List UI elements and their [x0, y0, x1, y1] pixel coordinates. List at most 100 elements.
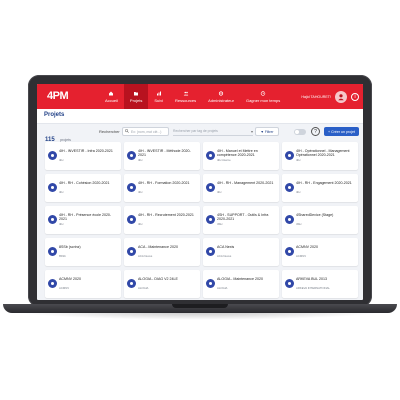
project-client: 4IH [138, 158, 143, 162]
project-title: 4IH - Manuel et Mettre en compétence 202… [217, 149, 258, 158]
chevron-down-icon: ▾ [250, 129, 253, 134]
project-client: 4IH [296, 158, 301, 162]
project-title: 8SSb (scrinz) [59, 245, 81, 249]
project-title: 4IH - RH - Engagement 2020-2021 [296, 181, 352, 185]
project-card[interactable]: 4IH - RH - Cohésion 2020-2021 4IH [45, 174, 121, 202]
project-title: ACMNV 2020 [296, 245, 318, 249]
search-icon [125, 129, 129, 133]
nav-items: Accueil Projets Suivi Ressources Administrat… [99, 84, 286, 109]
avatar[interactable] [335, 90, 347, 103]
project-icon [206, 183, 215, 192]
project-title: 4IH - INVESTIR - Infra 2020-2021 [59, 149, 113, 153]
project-icon [127, 279, 136, 288]
project-card[interactable]: 4IH - RH - Présence école 2020-2021 4IH [45, 206, 121, 234]
laptop-notch [172, 304, 228, 308]
tag-search-placeholder: Rechercher par tag de projets [173, 129, 218, 133]
project-title: 4SH - SUPPORT - Outils & Infra 2020-2021 [217, 213, 269, 222]
project-card[interactable]: ACMNV 2020 ACMNV [282, 238, 358, 266]
project-card[interactable]: ALOGIA - DIAG V2 24LE ALOGIA [124, 270, 200, 298]
project-card[interactable]: 4SharedDevice (Stage) 4SH [282, 206, 358, 234]
project-client: 4IH [59, 158, 64, 162]
project-title: 4SharedDevice (Stage) [296, 213, 334, 217]
project-client: ACMNV [59, 286, 70, 290]
nav-item-administrateur[interactable]: Administrateur [202, 84, 240, 109]
view-toggle[interactable] [294, 129, 306, 135]
clock-icon [260, 90, 266, 96]
tag-search-input[interactable]: Rechercher par tag de projets ▾ [173, 127, 253, 136]
laptop-frame: 4PM Accueil Projets Suivi Ressources Adminis… [28, 75, 372, 307]
project-title: ACA - Maintenance 2020 [138, 245, 178, 249]
search-placeholder: Ex: (nom, mot clé...) [131, 130, 162, 134]
project-toolbar: 115 projets Rechercher Ex: (nom, mot clé… [37, 124, 363, 143]
nav-item-label: Ressources [175, 97, 197, 103]
project-title: 4IH - RH - Management 2020-2021 [217, 181, 274, 185]
project-icon [127, 183, 136, 192]
project-icon [285, 279, 294, 288]
top-navigation-bar: 4PM Accueil Projets Suivi Ressources Adminis… [37, 84, 363, 109]
project-client: ACMNV [296, 254, 307, 258]
create-project-button[interactable]: + Créer un projet [324, 127, 359, 136]
project-icon [127, 151, 136, 160]
project-card[interactable]: 4IH - Manuel et Mettre en compétence 202… [203, 142, 279, 170]
project-card[interactable]: 4IH - RH - Formation 2020-2021 4IH [124, 174, 200, 202]
project-client: 4IH [138, 190, 143, 194]
project-card[interactable]: 4SH - SUPPORT - Outils & Infra 2020-2021… [203, 206, 279, 234]
user-area: Hajid TAHOURET! i [301, 88, 359, 105]
filter-button[interactable]: ▼ Filtrer [255, 127, 279, 136]
project-client: 4IH [59, 190, 64, 194]
people-icon [183, 91, 188, 95]
nav-item-ressources[interactable]: Ressources [169, 84, 202, 109]
nav-item-gagner-mon-temps[interactable]: Gagner mon temps [240, 84, 286, 109]
project-card[interactable]: ACA - Maintenance 2020 ACA Nexus [124, 238, 200, 266]
project-icon [285, 215, 294, 224]
project-title: ALOGIA - DIAG V2 24LE [138, 277, 178, 281]
project-title: 4IH - RH - Formation 2020-2021 [138, 181, 190, 185]
filter-label: Filtrer [264, 129, 274, 134]
project-card[interactable]: 4IH - RH - Engagement 2020-2021 4IH [282, 174, 358, 202]
user-name[interactable]: Hajid TAHOURET! [301, 95, 331, 99]
project-client: 4IH [296, 190, 301, 194]
project-card[interactable]: 4IH - Opérationnel - Management Opératio… [282, 142, 358, 170]
project-card[interactable]: 4IH - INVESTIR - Infra 2020-2021 4IH [45, 142, 121, 170]
project-icon [48, 247, 57, 256]
project-card[interactable]: ALOGIA - Maintenance 2020 ALOGIA [203, 270, 279, 298]
project-card[interactable]: 4IH - RH - Management 2020-2021 4IH [203, 174, 279, 202]
project-card[interactable]: 4IH - INVESTIR - Méthode 2020-2021 4IH [124, 142, 200, 170]
project-client: 4IH [138, 222, 143, 226]
nav-item-label: Administrateur [208, 97, 234, 103]
project-title: ARKEVA BUL 2013 [296, 277, 327, 281]
project-client: 4IH [59, 222, 64, 226]
project-card[interactable]: ACA Nexis ACA Nexus [203, 238, 279, 266]
user-icon [338, 93, 344, 100]
plus-icon: + [327, 129, 331, 134]
project-title: ACMNV 2020 [59, 277, 81, 281]
create-project-label: Créer un projet [331, 129, 356, 134]
project-icon [48, 151, 57, 160]
info-icon[interactable]: i [351, 92, 359, 101]
nav-item-accueil[interactable]: Accueil [99, 84, 124, 109]
search-input[interactable]: Ex: (nom, mot clé...) [122, 127, 169, 136]
project-client: 4SH [217, 222, 223, 226]
project-client: 8SSb [59, 254, 66, 258]
project-client: ACA Nexus [217, 254, 232, 258]
app-logo[interactable]: 4PM [47, 90, 69, 102]
help-icon[interactable]: ? [311, 127, 320, 136]
project-client: ACA Nexus [138, 254, 153, 258]
project-card[interactable]: 4IH - RH - Recrutement 2020-2021 4IH [124, 206, 200, 234]
nav-item-label: Suivi [154, 97, 164, 103]
project-card[interactable]: ARKEVA BUL 2013 ARKEVA INTERNATIONAL [282, 270, 358, 298]
nav-item-projets[interactable]: Projets [123, 84, 149, 109]
nav-item-suivi[interactable]: Suivi [148, 84, 169, 109]
project-card[interactable]: 8SSb (scrinz) 8SSb [45, 238, 121, 266]
project-grid: 4IH - INVESTIR - Infra 2020-2021 4IH 4IH -… [45, 142, 358, 300]
project-title: 4IH - RH - Recrutement 2020-2021 [138, 213, 194, 217]
project-title: 4IH - Opérationnel - Management Opératio… [296, 149, 350, 158]
project-client: 4IH [217, 190, 222, 194]
project-title: 4IH - INVESTIR - Méthode 2020-2021 [138, 149, 191, 158]
project-title: 4IH - RH - Cohésion 2020-2021 [59, 181, 110, 185]
nav-item-label: Projets [129, 97, 143, 103]
project-icon [127, 247, 136, 256]
project-icon [48, 215, 57, 224]
project-icon [285, 151, 294, 160]
project-card[interactable]: ACMNV 2020 ACMNV [45, 270, 121, 298]
